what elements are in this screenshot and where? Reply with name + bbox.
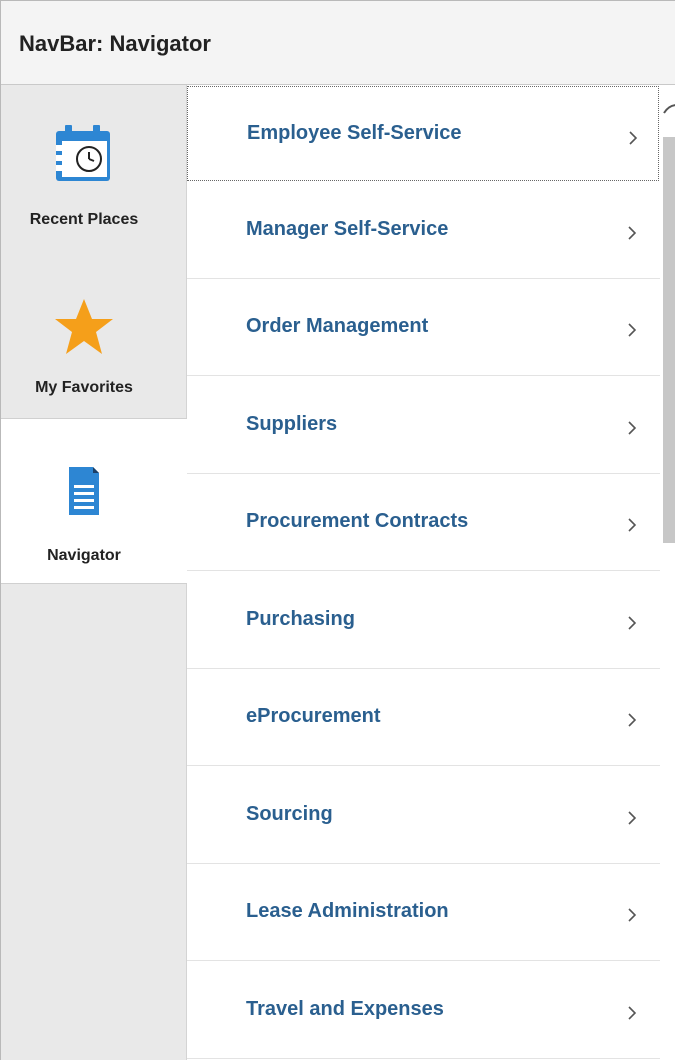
navigator-panel: NavBar: Navigator Recent Places My Favor…	[0, 0, 675, 1060]
chevron-right-icon	[623, 222, 643, 244]
menu-item-label: eProcurement	[246, 705, 381, 727]
chevron-right-icon	[623, 612, 643, 634]
menu-item-order-management[interactable]: Order Management	[187, 279, 660, 376]
chevron-right-icon	[623, 807, 643, 829]
menu-item-label: Travel and Expenses	[246, 998, 444, 1020]
menu-item-lease-administration[interactable]: Lease Administration	[187, 864, 660, 961]
menu-item-label: Sourcing	[246, 803, 333, 825]
calendar-clock-icon	[53, 123, 113, 183]
chevron-right-icon	[623, 514, 643, 536]
tab-navigator[interactable]: Navigator	[1, 418, 187, 584]
menu-item-purchasing[interactable]: Purchasing	[187, 572, 660, 669]
panel-title: NavBar: Navigator	[19, 31, 211, 56]
chevron-right-icon	[623, 319, 643, 341]
menu-item-sourcing[interactable]: Sourcing	[187, 767, 660, 864]
menu-item-label: Manager Self-Service	[246, 218, 449, 240]
scroll-up-arrow-icon[interactable]	[661, 101, 675, 123]
document-icon	[67, 465, 101, 517]
menu-item-label: Suppliers	[246, 413, 338, 435]
tab-recent-places[interactable]: Recent Places	[1, 85, 186, 251]
menu-item-procurement-contracts[interactable]: Procurement Contracts	[187, 474, 660, 571]
navigator-menu-list: Employee Self-Service Manager Self-Servi…	[187, 85, 663, 1060]
tab-label-my-favorites: My Favorites	[35, 379, 133, 396]
menu-item-suppliers[interactable]: Suppliers	[187, 377, 660, 474]
tab-my-favorites[interactable]: My Favorites	[1, 251, 186, 417]
menu-item-employee-self-service[interactable]: Employee Self-Service	[187, 86, 659, 181]
scrollbar-thumb[interactable]	[663, 137, 675, 543]
menu-item-label: Lease Administration	[246, 900, 449, 922]
menu-item-label: Procurement Contracts	[246, 510, 469, 532]
chevron-right-icon	[624, 127, 644, 149]
tab-label-recent-places: Recent Places	[29, 211, 139, 228]
menu-item-label: Purchasing	[246, 608, 355, 630]
menu-item-label: Employee Self-Service	[247, 122, 462, 144]
chevron-right-icon	[623, 709, 643, 731]
chevron-right-icon	[623, 417, 643, 439]
menu-item-label: Order Management	[246, 315, 429, 337]
chevron-right-icon	[623, 1002, 643, 1024]
star-icon	[53, 297, 115, 357]
menu-item-manager-self-service[interactable]: Manager Self-Service	[187, 182, 660, 279]
panel-header: NavBar: Navigator	[1, 1, 675, 85]
navbar-sidebar: Recent Places My Favorites Navigator	[1, 85, 187, 1060]
chevron-right-icon	[623, 904, 643, 926]
menu-item-eprocurement[interactable]: eProcurement	[187, 669, 660, 766]
tab-label-navigator: Navigator	[47, 547, 121, 564]
menu-item-travel-and-expenses[interactable]: Travel and Expenses	[187, 962, 660, 1059]
